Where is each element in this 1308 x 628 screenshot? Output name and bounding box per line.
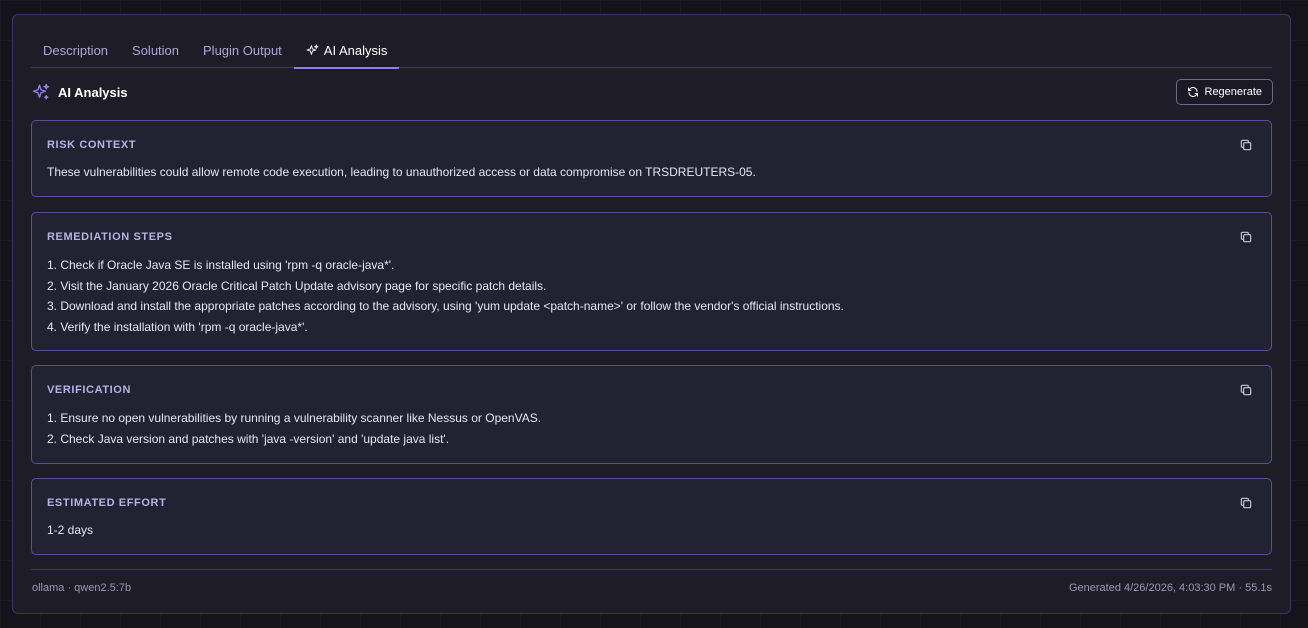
tab-solution-label: Solution bbox=[132, 43, 180, 58]
section-body: 1. Check if Oracle Java SE is installed … bbox=[47, 255, 844, 337]
section-line: 1-2 days bbox=[47, 523, 94, 537]
section-line: 4. Verify the installation with 'rpm -q … bbox=[47, 319, 308, 334]
section-line: 2. Check Java version and patches with '… bbox=[47, 431, 450, 446]
sparkle-icon bbox=[306, 44, 319, 57]
tab-plugin-output[interactable]: Plugin Output bbox=[191, 33, 294, 68]
tab-ai-analysis[interactable]: AI Analysis bbox=[293, 33, 400, 69]
copy-icon[interactable] bbox=[1239, 496, 1253, 510]
tab-description[interactable]: Description bbox=[31, 33, 120, 68]
tab-bar: Description Solution Plugin Output AI An… bbox=[31, 33, 1272, 69]
ai-analysis-panel: Description Solution Plugin Output AI An… bbox=[12, 14, 1291, 614]
section-label: ESTIMATED EFFORT bbox=[47, 497, 167, 509]
remediation-steps-card: REMEDIATION STEPS 1. Check if Oracle Jav… bbox=[31, 212, 1272, 351]
regenerate-button[interactable]: Regenerate bbox=[1175, 79, 1273, 105]
section-body: 1. Ensure no open vulnerabilities by run… bbox=[47, 408, 541, 449]
section-label: RISK CONTEXT bbox=[47, 139, 137, 151]
section-line: 3. Download and install the appropriate … bbox=[47, 299, 844, 313]
section-line: 2. Visit the January 2026 Oracle Critica… bbox=[47, 278, 547, 293]
verification-card: VERIFICATION 1. Ensure no open vulnerabi… bbox=[31, 365, 1272, 464]
tab-solution[interactable]: Solution bbox=[120, 33, 191, 68]
copy-icon[interactable] bbox=[1239, 138, 1253, 152]
section-line: 1. Ensure no open vulnerabilities by run… bbox=[47, 411, 542, 425]
model-info: ollama · qwen2.5:7b bbox=[32, 582, 132, 594]
copy-icon[interactable] bbox=[1239, 383, 1253, 397]
page-title: AI Analysis bbox=[58, 84, 128, 100]
section-label: VERIFICATION bbox=[47, 384, 131, 396]
section-label: REMEDIATION STEPS bbox=[47, 231, 173, 243]
section-line: 1. Check if Oracle Java SE is installed … bbox=[47, 258, 395, 272]
regenerate-label: Regenerate bbox=[1204, 86, 1263, 98]
sparkle-icon bbox=[32, 83, 50, 101]
refresh-icon bbox=[1187, 86, 1199, 98]
copy-icon[interactable] bbox=[1239, 230, 1253, 244]
risk-context-card: RISK CONTEXT These vulnerabilities could… bbox=[31, 120, 1272, 197]
generated-timestamp: Generated 4/26/2026, 4:03:30 PM · 55.1s bbox=[1068, 582, 1272, 594]
section-line: These vulnerabilities could allow remote… bbox=[47, 165, 756, 179]
tab-ai-analysis-label: AI Analysis bbox=[323, 43, 388, 58]
section-body: These vulnerabilities could allow remote… bbox=[47, 162, 756, 183]
tab-plugin-output-label: Plugin Output bbox=[203, 43, 282, 58]
title-group: AI Analysis bbox=[32, 83, 128, 101]
tab-description-label: Description bbox=[43, 43, 109, 58]
footer-divider bbox=[31, 569, 1272, 570]
section-body: 1-2 days bbox=[47, 520, 93, 541]
estimated-effort-card: ESTIMATED EFFORT 1-2 days bbox=[31, 478, 1272, 555]
analysis-header: AI Analysis Regenerate bbox=[32, 78, 1273, 106]
